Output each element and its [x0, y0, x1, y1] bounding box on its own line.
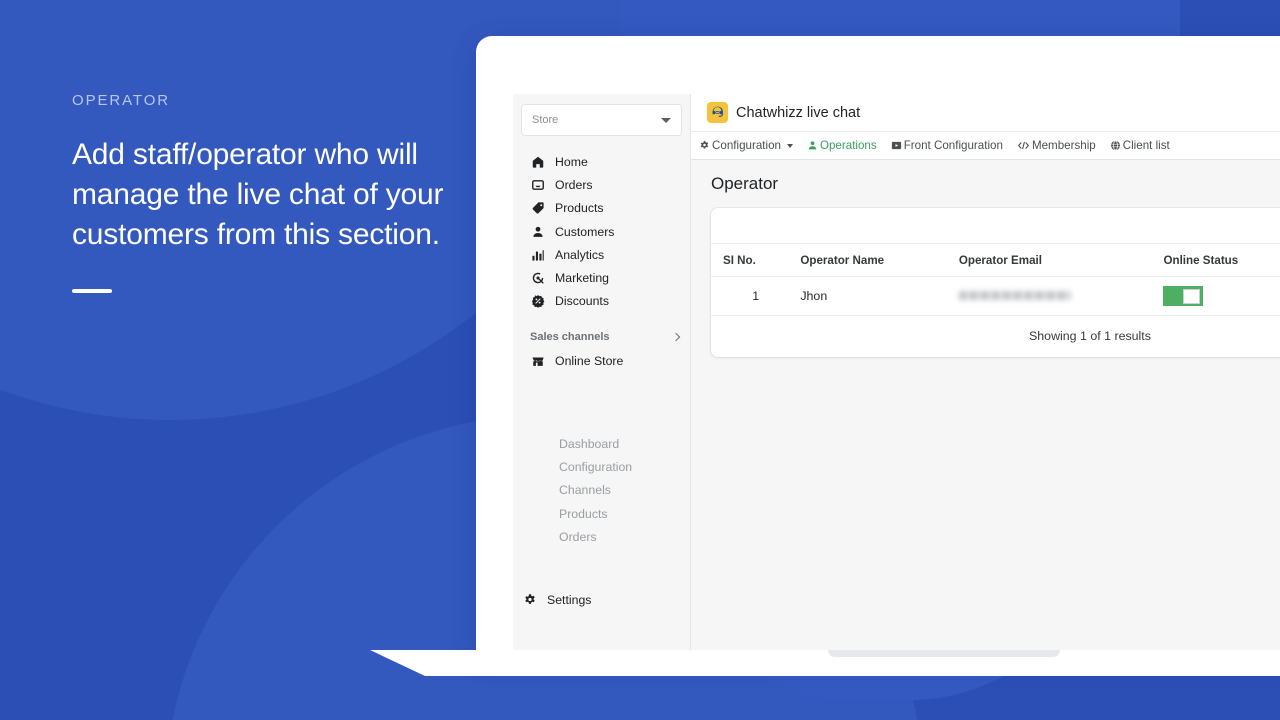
app-title: Chatwhizz live chat: [736, 104, 861, 121]
code-icon: [1017, 140, 1030, 151]
chevron-down-icon: [661, 117, 671, 123]
tab-configuration[interactable]: Configuration: [699, 139, 793, 152]
sidebar-subitem-channels[interactable]: Channels: [513, 479, 690, 502]
display-icon: [891, 140, 902, 151]
sidebar-item-analytics[interactable]: Analytics: [521, 243, 690, 266]
gear-icon: [522, 592, 537, 607]
gear-icon: [699, 140, 710, 151]
tab-client-list[interactable]: Client list: [1110, 139, 1170, 152]
tab-front-configuration[interactable]: Front Configuration: [891, 139, 1003, 152]
sidebar-item-orders[interactable]: Orders: [521, 173, 690, 196]
page-content: Operator SI No. Operator Name Operator E…: [691, 160, 1280, 357]
promo-headline: Add staff/operator who will manage the l…: [72, 138, 444, 251]
sidebar-subitem-dashboard[interactable]: Dashboard: [513, 432, 690, 455]
bar-chart-icon: [530, 247, 545, 262]
store-selector-label: Store: [532, 114, 559, 126]
sidebar: Store Home Orders Products Customers Ana…: [513, 94, 690, 656]
sidebar-item-online-store[interactable]: Online Store: [521, 349, 690, 372]
app-panel: Chatwhizz live chat by Webkul Software P…: [690, 94, 1280, 656]
promo-eyebrow: OPERATOR: [72, 92, 170, 109]
tab-label: Configuration: [712, 139, 781, 152]
cell-operator-name: Jhon: [800, 276, 959, 316]
sidebar-item-label: Online Store: [555, 353, 624, 368]
sidebar-item-label: Analytics: [555, 247, 605, 262]
promo-copy: OPERATOR Add staff/operator who will man…: [72, 92, 492, 293]
cell-sl-no: 1: [711, 276, 801, 316]
sidebar-item-discounts[interactable]: Discounts: [521, 290, 690, 313]
page-title: Operator: [711, 174, 779, 193]
sidebar-item-home[interactable]: Home: [521, 150, 690, 173]
tab-membership[interactable]: Membership: [1017, 139, 1096, 152]
tab-label: Client list: [1122, 139, 1170, 152]
operator-card: SI No. Operator Name Operator Email Onli…: [711, 208, 1280, 357]
table-header-row: SI No. Operator Name Operator Email Onli…: [711, 244, 1280, 277]
cell-online-status: [1163, 276, 1280, 316]
promo-divider: [72, 289, 112, 293]
sidebar-section-label: Sales channels: [530, 331, 610, 344]
app-topbar: Chatwhizz live chat by Webkul Software P…: [691, 94, 1280, 132]
chevron-right-icon: [671, 332, 681, 342]
sidebar-item-label: Products: [555, 201, 604, 216]
tab-label: Operations: [819, 139, 877, 152]
column-header-operator-email: Operator Email: [958, 244, 1164, 277]
laptop-base: [370, 650, 1280, 676]
discount-percent-icon: [530, 294, 545, 309]
sidebar-item-settings-wrap: Settings: [513, 588, 690, 611]
admin-app-window: Store Home Orders Products Customers Ana…: [513, 94, 1280, 656]
column-header-sl-no: SI No.: [711, 244, 801, 277]
column-header-operator-name: Operator Name: [800, 244, 959, 277]
sidebar-subitem-orders[interactable]: Orders: [513, 525, 690, 548]
tab-operations[interactable]: Operations: [807, 139, 877, 152]
sidebar-item-label: Orders: [555, 177, 593, 192]
sidebar-item-marketing[interactable]: Marketing: [521, 266, 690, 289]
toggle-knob: [1183, 288, 1201, 304]
promo-screenshot: OPERATOR Add staff/operator who will man…: [0, 0, 1280, 720]
sidebar-item-label: Home: [555, 154, 588, 169]
megaphone-target-icon: [530, 271, 545, 286]
laptop-base-notch: [828, 650, 1060, 657]
sidebar-sub-nav: Dashboard Configuration Channels Product…: [513, 432, 690, 548]
column-header-online-status: Online Status: [1163, 244, 1280, 277]
sidebar-item-label: Customers: [555, 224, 615, 239]
online-status-toggle[interactable]: [1163, 286, 1204, 306]
cell-operator-email: [958, 276, 1164, 316]
tab-label: Front Configuration: [903, 139, 1003, 152]
sidebar-subitem-products[interactable]: Products: [513, 502, 690, 525]
person-icon: [807, 140, 818, 151]
app-tab-bar: Configuration Operations Front Configura…: [691, 132, 1280, 160]
sidebar-item-customers[interactable]: Customers: [521, 220, 690, 243]
sidebar-item-label: Discounts: [555, 294, 609, 309]
operator-table: SI No. Operator Name Operator Email Onli…: [711, 244, 1280, 316]
headset-icon: [707, 102, 728, 123]
table-results-summary: Showing 1 of 1 results: [1029, 329, 1151, 343]
sidebar-section-sales-channels[interactable]: Sales channels: [521, 331, 690, 343]
card-toolbar: [711, 208, 1280, 244]
chevron-down-icon: [786, 143, 793, 148]
sidebar-item-products[interactable]: Products: [521, 197, 690, 220]
store-selector[interactable]: Store: [521, 104, 682, 136]
sidebar-item-settings[interactable]: Settings: [513, 588, 690, 611]
sidebar-subitem-configuration[interactable]: Configuration: [513, 455, 690, 478]
table-row: 1 Jhon: [711, 276, 1280, 316]
laptop-screen: Store Home Orders Products Customers Ana…: [476, 36, 1280, 656]
sidebar-item-label: Settings: [547, 592, 592, 607]
orders-inbox-icon: [530, 177, 545, 192]
globe-icon: [1110, 140, 1121, 151]
tab-label: Membership: [1031, 139, 1096, 152]
home-icon: [530, 154, 545, 169]
tag-icon: [530, 201, 545, 216]
storefront-icon: [530, 353, 545, 368]
person-icon: [530, 224, 545, 239]
sidebar-item-label: Marketing: [555, 271, 609, 286]
redacted-email: [958, 291, 1071, 300]
